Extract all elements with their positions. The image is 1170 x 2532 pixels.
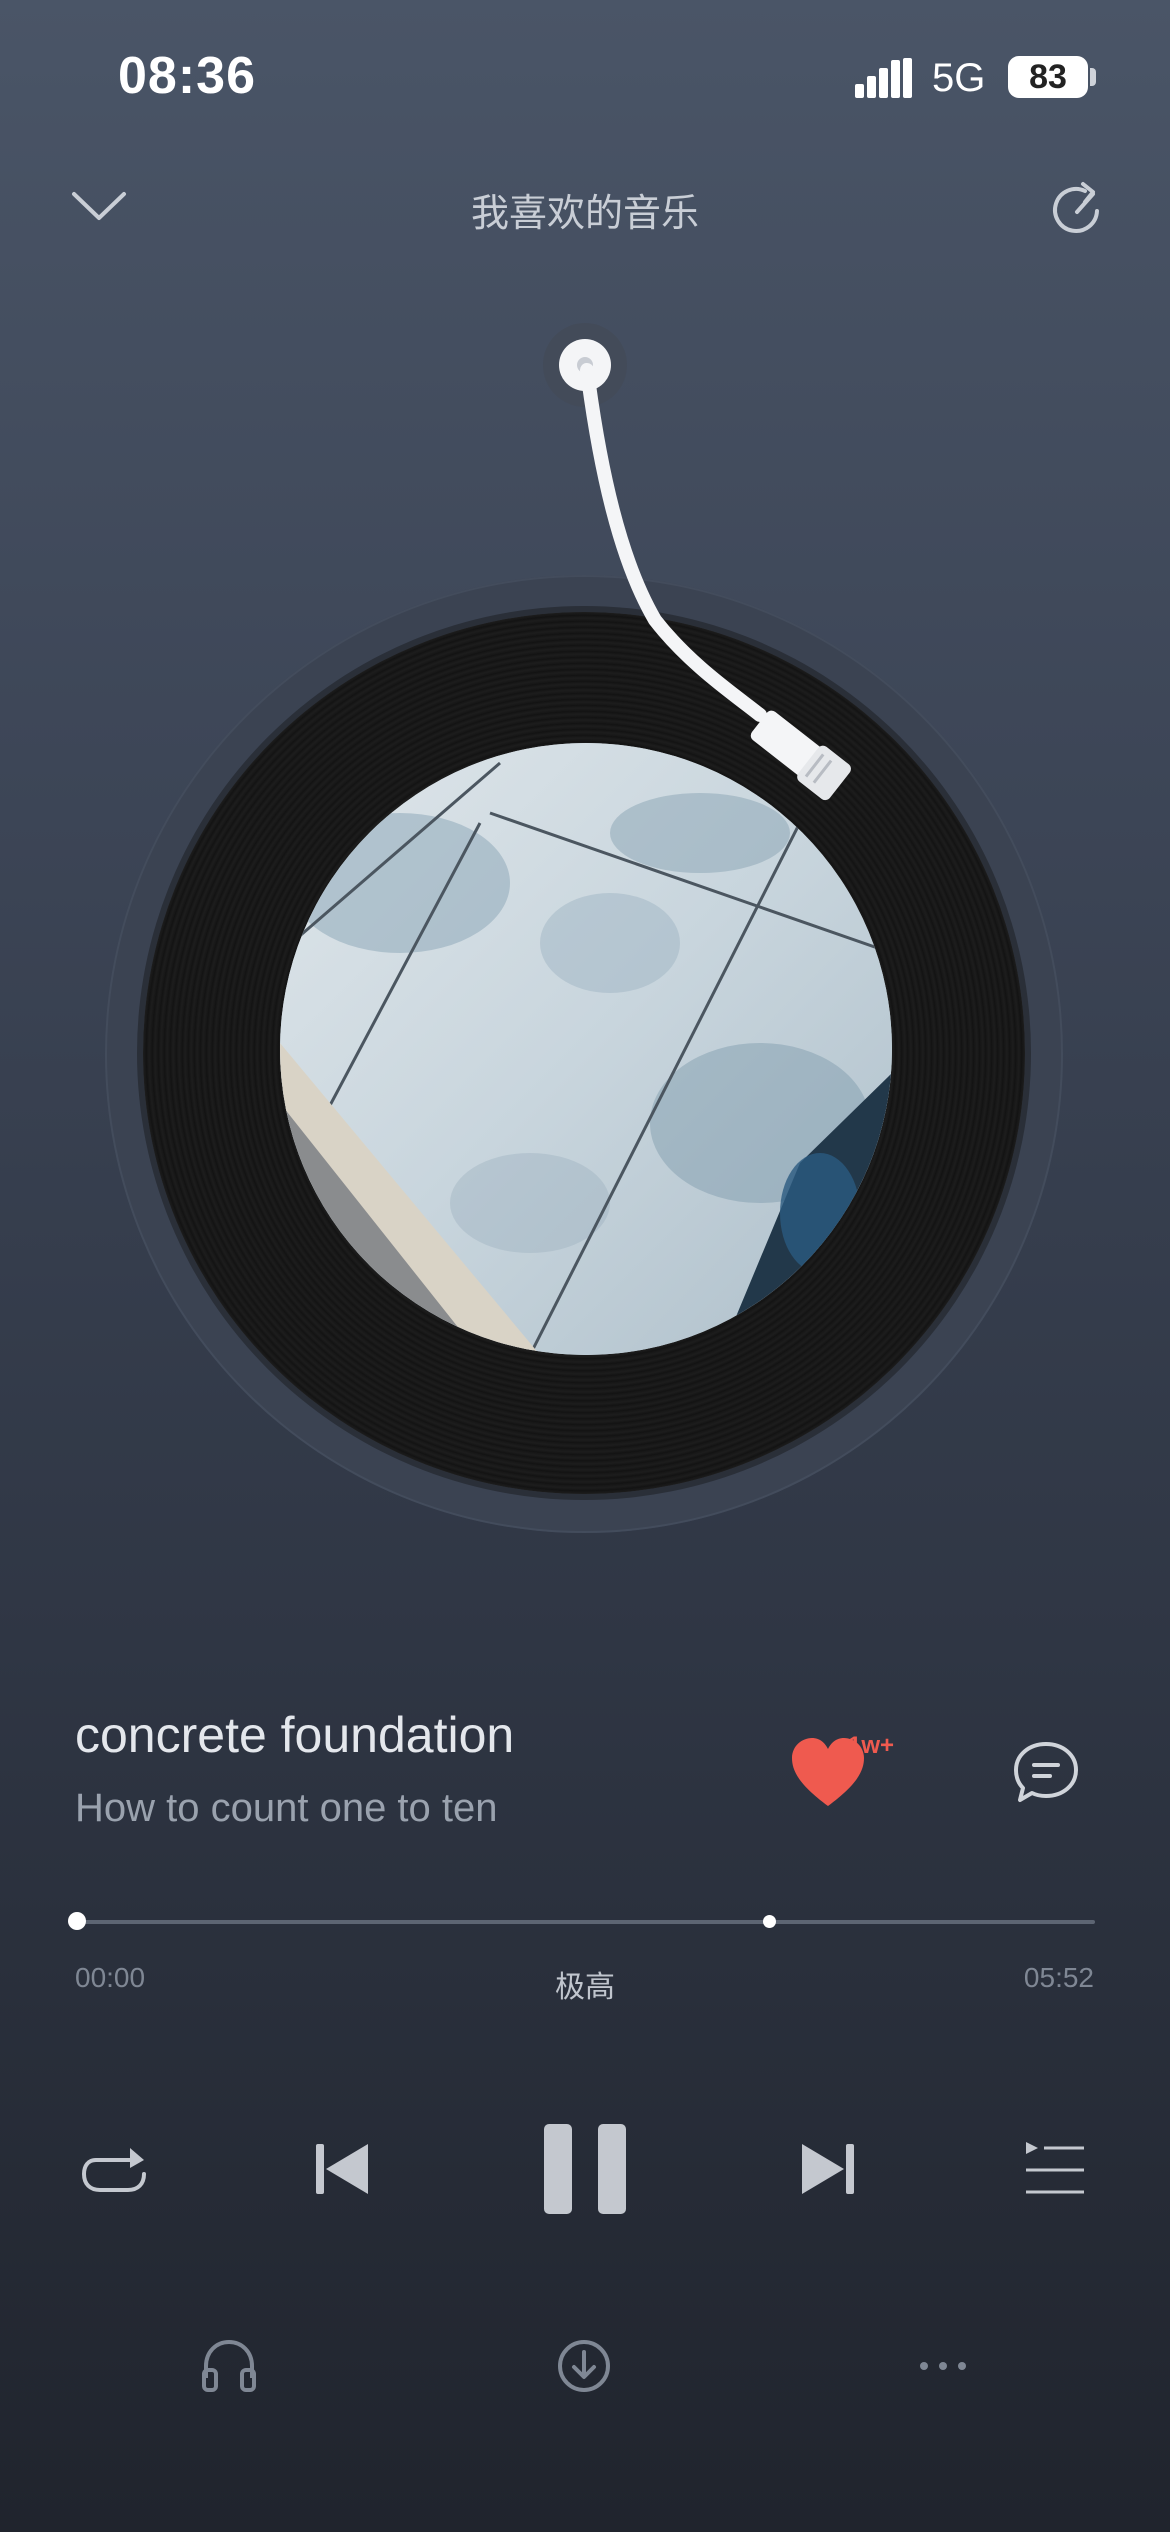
network-type: 5G [932,56,986,100]
audio-quality[interactable]: 极高 [0,1962,1170,2006]
song-title: concrete foundation [75,1707,515,1763]
artist-name[interactable]: How to count one to ten [75,1786,498,1831]
buffer-marker [763,1915,777,1928]
playlist-icon[interactable] [1024,2138,1086,2198]
skip-previous-icon[interactable] [312,2138,372,2200]
album-art [280,743,892,1355]
battery-cap [1090,68,1096,86]
progress-knob[interactable] [68,1912,86,1930]
like-count-badge: 1w+ [848,1732,895,1759]
repeat-icon[interactable] [78,2138,150,2200]
battery-level: 83 [1008,56,1088,98]
album-cover [280,743,892,1355]
skip-next-icon[interactable] [798,2138,858,2200]
more-icon[interactable] [918,2356,968,2376]
playlist-title: 我喜欢的音乐 [470,193,699,235]
signal-icon [855,58,912,98]
status-time: 08:36 [118,47,256,105]
pause-icon[interactable] [542,2122,628,2216]
headphone-icon[interactable] [200,2338,258,2394]
comment-icon[interactable] [1012,1740,1080,1806]
share-icon[interactable] [1045,178,1111,244]
duration-time: 05:52 [1023,1962,1094,1993]
progress-track[interactable] [77,1920,1095,1924]
download-icon[interactable] [556,2338,612,2394]
